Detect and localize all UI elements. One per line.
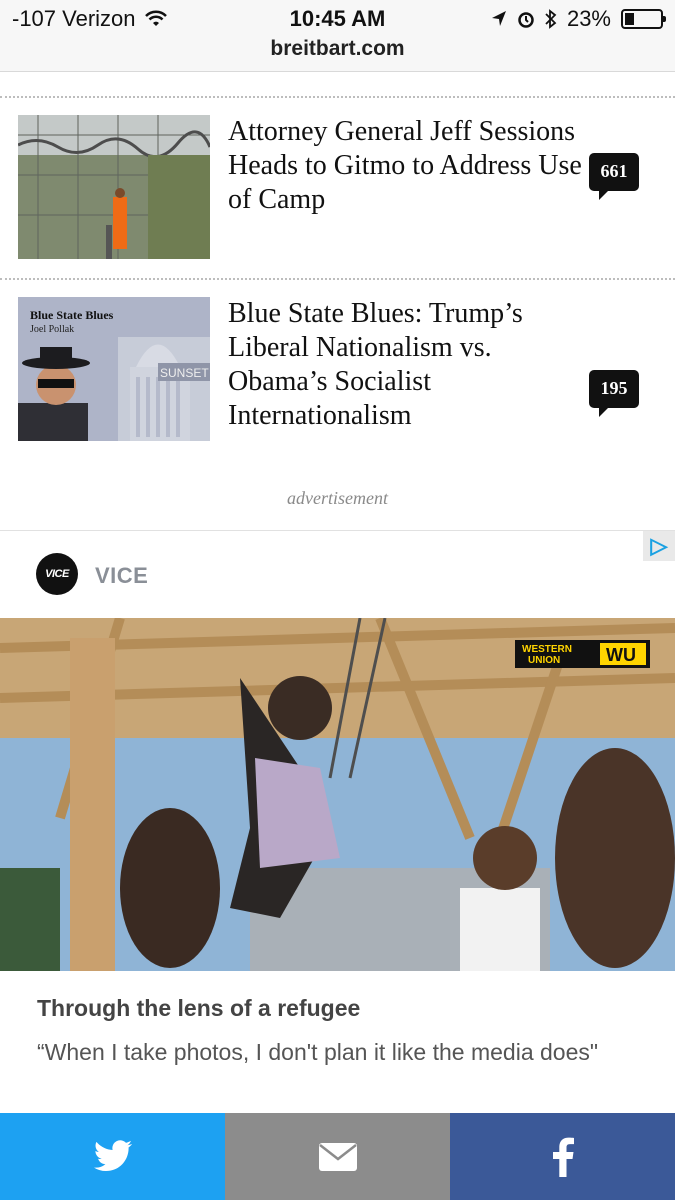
ad-subtitle[interactable]: “When I take photos, I don't plan it lik… <box>37 1037 647 1067</box>
bluetooth-icon <box>545 9 557 29</box>
battery-percent: 23% <box>566 6 611 31</box>
article-thumbnail[interactable]: SUNSET Blue State Blues Joel Pollak <box>18 297 210 441</box>
advertisement-label: advertisement <box>287 488 388 508</box>
email-share-button[interactable] <box>225 1113 450 1200</box>
facebook-icon <box>552 1137 574 1177</box>
battery-icon <box>621 9 666 29</box>
adchoices-icon[interactable]: ▷ <box>643 531 675 561</box>
article-headline[interactable]: Blue State Blues: Trump’s Liberal Nation… <box>228 297 583 433</box>
divider <box>0 278 675 280</box>
twitter-share-button[interactable] <box>0 1113 225 1200</box>
sponsored-ad-card[interactable]: ▷ VICE VICE WESTERN UNION WU Through the… <box>0 530 675 1115</box>
divider <box>0 96 675 98</box>
facebook-share-button[interactable] <box>450 1113 675 1200</box>
url-bar[interactable]: breitbart.com <box>0 37 675 61</box>
sponsor-name[interactable]: VICE <box>95 563 148 589</box>
article-thumbnail[interactable] <box>18 115 210 259</box>
location-arrow-icon <box>491 11 506 26</box>
status-bar: -107 Verizon 10:45 AM 23% breitbart.com <box>0 0 675 72</box>
article-item[interactable]: Attorney General Jeff Sessions Heads to … <box>18 115 658 260</box>
twitter-icon <box>93 1139 132 1171</box>
brand-line-1: WESTERN <box>522 644 572 655</box>
thumb-author-text: Joel Pollak <box>30 324 74 335</box>
brand-line-2: UNION <box>528 655 560 666</box>
article-item[interactable]: SUNSET Blue State Blues Joel Pollak Blue… <box>18 297 658 442</box>
thumb-title-text: Blue State Blues <box>30 308 114 322</box>
alarm-icon <box>518 12 534 28</box>
ad-photo[interactable]: WESTERN UNION WU <box>0 618 675 971</box>
brand-mark: WU <box>606 645 636 665</box>
thumb-sign-text: SUNSET <box>160 366 209 380</box>
share-bar <box>0 1113 675 1200</box>
email-icon <box>318 1142 357 1171</box>
vice-logo: VICE <box>36 553 78 595</box>
article-headline[interactable]: Attorney General Jeff Sessions Heads to … <box>228 115 583 217</box>
comment-count-badge[interactable]: 661 <box>589 153 639 200</box>
status-right: 23% <box>491 6 666 32</box>
ad-title[interactable]: Through the lens of a refugee <box>37 995 360 1022</box>
comment-count-badge[interactable]: 195 <box>589 370 639 417</box>
